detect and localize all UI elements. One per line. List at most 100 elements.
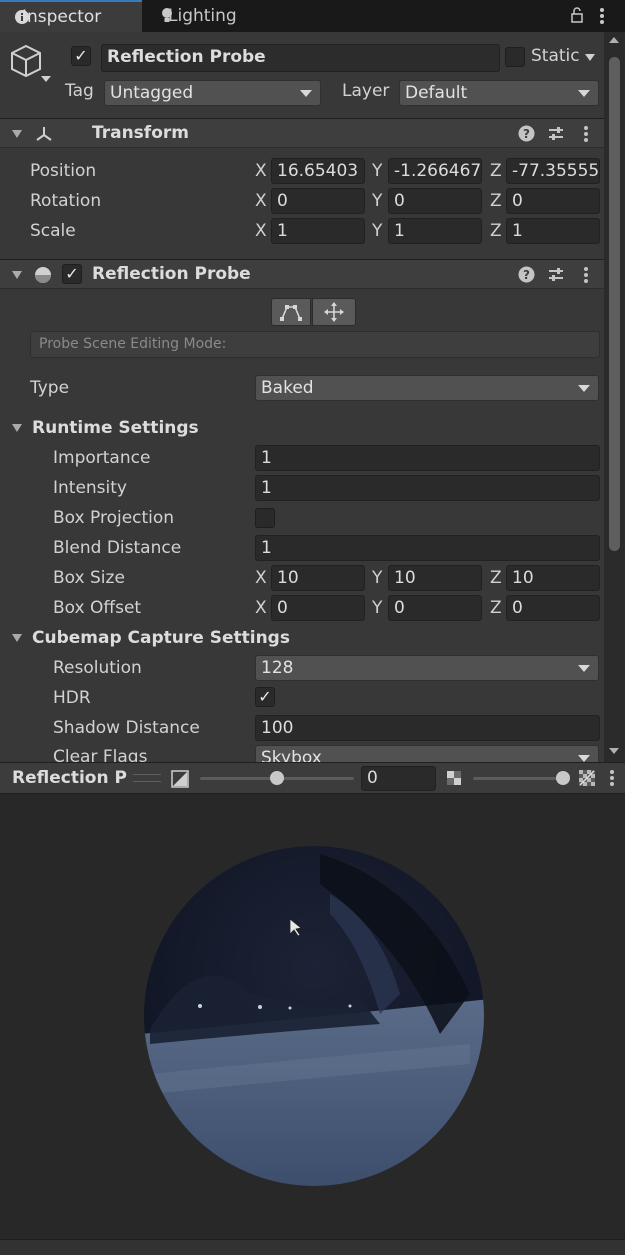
chevron-down-icon — [578, 755, 590, 762]
gameobject-active-checkbox[interactable]: ✓ — [71, 46, 91, 66]
more-vertical-icon[interactable] — [582, 125, 590, 143]
hdr-checkbox[interactable]: ✓ — [255, 687, 275, 707]
edit-bounds-button[interactable] — [271, 298, 311, 326]
static-dropdown-arrow-icon[interactable] — [585, 54, 595, 61]
gameobject-cube-icon — [11, 44, 51, 82]
rotation-y-field[interactable]: 0 — [388, 188, 482, 214]
preview-bottom-bar — [0, 1239, 625, 1255]
transform-icon — [36, 127, 52, 141]
lock-icon[interactable] — [570, 7, 584, 23]
object-name-field[interactable]: Reflection Probe — [101, 44, 500, 72]
clear-flags-dropdown[interactable]: Skybox — [255, 745, 599, 762]
type-value: Baked — [261, 378, 314, 398]
scroll-up-arrow-icon[interactable] — [609, 37, 619, 43]
exposure-slider-knob[interactable] — [270, 771, 284, 785]
tag-dropdown[interactable]: Untagged — [104, 80, 321, 106]
reflection-probe-header[interactable]: ✓ Reflection Probe ? — [0, 259, 604, 289]
box-projection-checkbox[interactable] — [255, 508, 275, 528]
static-label: Static — [531, 46, 580, 66]
alpha-checker-icon[interactable] — [579, 770, 595, 786]
axis-y-label: Y — [372, 568, 383, 588]
runtime-settings-title[interactable]: Runtime Settings — [32, 418, 199, 438]
help-icon[interactable]: ? — [518, 266, 535, 283]
runtime-foldout-arrow-icon[interactable] — [12, 424, 22, 432]
transform-header[interactable]: Transform ? — [0, 118, 604, 148]
reflection-probe-sphere — [144, 846, 484, 1186]
rotation-x-field[interactable]: 0 — [271, 188, 365, 214]
intensity-field[interactable]: 1 — [255, 475, 600, 501]
probe-scene-editing-mode-box: Probe Scene Editing Mode: — [30, 331, 600, 358]
box-offset-z-field[interactable]: 0 — [506, 595, 600, 621]
presets-icon[interactable] — [547, 125, 565, 143]
foldout-arrow-icon[interactable] — [12, 271, 22, 279]
box-projection-label: Box Projection — [53, 508, 175, 528]
foldout-arrow-icon[interactable] — [12, 130, 22, 138]
position-label: Position — [30, 161, 97, 181]
rotation-z-field[interactable]: 0 — [506, 188, 600, 214]
tag-value: Untagged — [110, 83, 194, 103]
exposure-value-field[interactable]: 0 — [361, 766, 436, 791]
inspector-scrollbar[interactable] — [604, 32, 625, 762]
layer-value: Default — [405, 83, 468, 103]
blend-distance-label: Blend Distance — [53, 538, 182, 558]
position-y-field[interactable]: -1.266467 — [388, 158, 482, 184]
edit-origin-button[interactable] — [312, 298, 356, 326]
mip-level-icon — [447, 771, 461, 785]
drag-handle[interactable] — [133, 774, 161, 782]
tab-inspector-label: Inspector — [22, 7, 102, 27]
box-offset-x-field[interactable]: 0 — [271, 595, 365, 621]
reflection-preview-area[interactable] — [0, 794, 625, 1255]
edit-bounds-icon — [280, 305, 302, 321]
chevron-down-icon — [578, 385, 590, 392]
reflection-probe-enabled-checkbox[interactable]: ✓ — [62, 264, 82, 284]
static-checkbox[interactable] — [505, 47, 525, 67]
box-offset-y-field[interactable]: 0 — [388, 595, 482, 621]
scrollbar-thumb[interactable] — [609, 57, 620, 551]
axis-x-label: X — [255, 161, 267, 181]
transform-title: Transform — [92, 123, 189, 143]
scale-y-field[interactable]: 1 — [388, 218, 482, 244]
cubemap-capture-settings-title[interactable]: Cubemap Capture Settings — [32, 628, 290, 648]
presets-icon[interactable] — [547, 266, 565, 284]
scroll-down-arrow-icon[interactable] — [609, 748, 619, 754]
capture-foldout-arrow-icon[interactable] — [12, 634, 22, 642]
box-size-y-field[interactable]: 10 — [388, 565, 482, 591]
reflection-probe-icon — [35, 267, 51, 283]
position-x-field[interactable]: 16.65403 — [271, 158, 365, 184]
more-vertical-icon[interactable] — [608, 769, 616, 787]
help-icon[interactable]: ? — [518, 125, 535, 142]
resolution-label: Resolution — [53, 658, 142, 678]
axis-z-label: Z — [490, 221, 502, 241]
rotation-label: Rotation — [30, 191, 102, 211]
position-z-field[interactable]: -77.35555 — [506, 158, 600, 184]
axis-x-label: X — [255, 568, 267, 588]
type-label: Type — [30, 378, 70, 398]
more-vertical-icon[interactable] — [582, 266, 590, 284]
inspector-panel: ✓ Reflection Probe Static Tag Untagged L… — [0, 32, 625, 762]
resolution-dropdown[interactable]: 128 — [255, 655, 599, 681]
mip-slider-knob[interactable] — [556, 771, 570, 785]
box-size-z-field[interactable]: 10 — [506, 565, 600, 591]
layer-label: Layer — [342, 81, 390, 101]
type-dropdown[interactable]: Baked — [255, 375, 599, 401]
scale-z-field[interactable]: 1 — [506, 218, 600, 244]
blend-distance-field[interactable]: 1 — [255, 535, 600, 561]
box-size-x-field[interactable]: 10 — [271, 565, 365, 591]
axis-y-label: Y — [372, 598, 383, 618]
tag-label: Tag — [65, 81, 94, 101]
importance-field[interactable]: 1 — [255, 445, 600, 471]
svg-text:?: ? — [523, 268, 530, 282]
layer-dropdown[interactable]: Default — [399, 80, 599, 106]
tab-lighting[interactable]: Lighting — [146, 0, 286, 32]
more-vertical-icon[interactable] — [598, 7, 606, 25]
scale-x-field[interactable]: 1 — [271, 218, 365, 244]
exposure-icon — [171, 770, 189, 788]
mip-slider-track[interactable] — [473, 777, 563, 780]
tab-inspector[interactable]: Inspector — [0, 0, 142, 32]
axis-y-label: Y — [372, 161, 383, 181]
axis-x-label: X — [255, 191, 267, 211]
hdr-label: HDR — [53, 688, 91, 708]
shadow-distance-field[interactable]: 100 — [255, 715, 600, 741]
tab-bar: Inspector Lighting — [0, 0, 625, 32]
preview-title[interactable]: Reflection P — [12, 768, 127, 788]
